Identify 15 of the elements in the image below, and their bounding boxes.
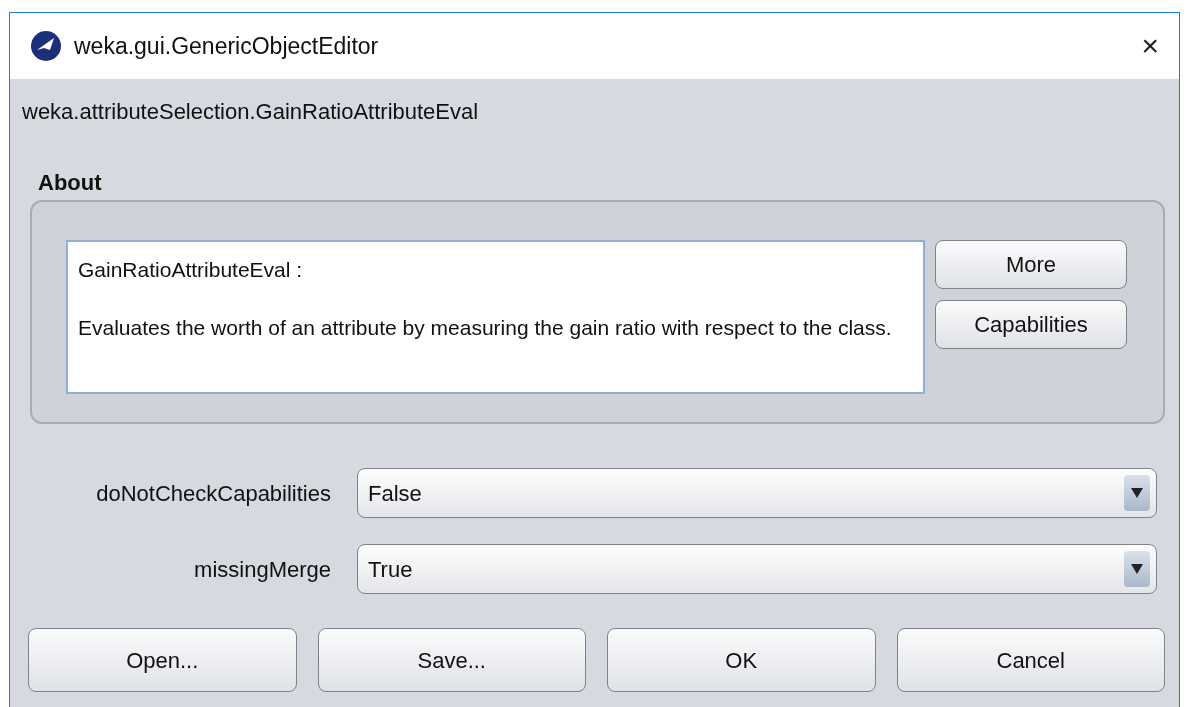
section-heading: About xyxy=(38,170,102,195)
dialog-button[interactable]: OK xyxy=(607,628,876,693)
class-name: weka.attributeSelection.GainRatioAttributeEval xyxy=(22,99,479,124)
close-button[interactable]: × xyxy=(1135,31,1165,61)
about-button[interactable]: More xyxy=(935,240,1127,290)
text-area[interactable]: GainRatioAttributeEval : Evaluates the worth of an attribute by measuring the gain ratio with respect to the class. xyxy=(66,240,925,395)
property-label: doNotCheckCapabilities xyxy=(95,479,331,508)
dropdown[interactable]: False xyxy=(357,468,1157,519)
dialog-button[interactable]: Save... xyxy=(317,628,586,693)
property-label: missingMerge xyxy=(193,555,331,584)
dropdown[interactable]: True xyxy=(357,544,1157,595)
window-title: weka.gui.GenericObjectEditor xyxy=(74,31,380,61)
dialog-button[interactable]: Cancel xyxy=(896,628,1165,693)
dialog-button[interactable]: Open... xyxy=(28,628,297,693)
about-button[interactable]: Capabilities xyxy=(935,300,1127,350)
